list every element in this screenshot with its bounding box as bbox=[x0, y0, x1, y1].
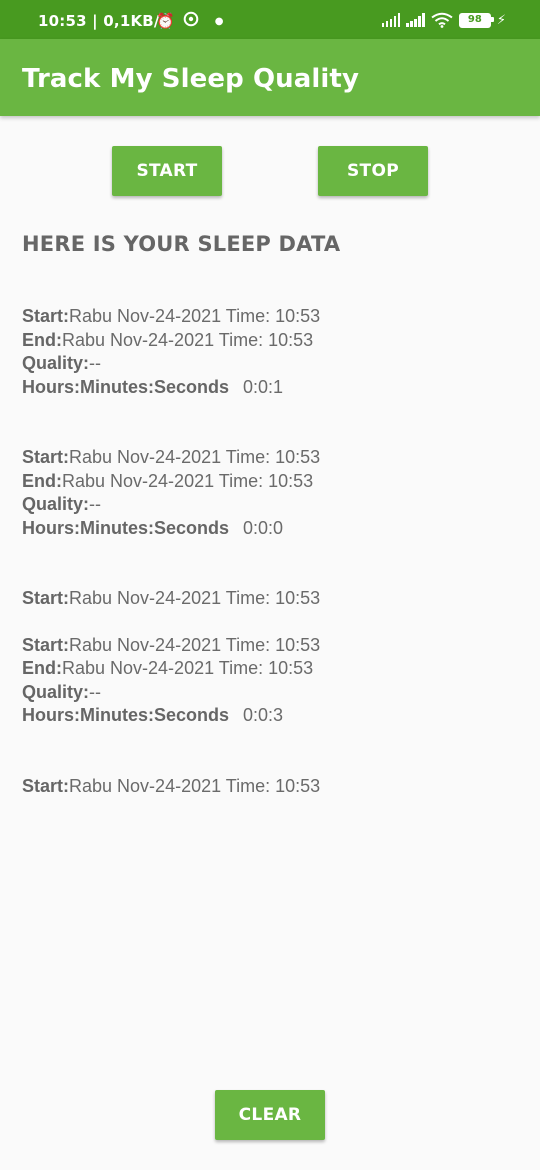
record-hms-value: 0:0:1 bbox=[243, 376, 284, 397]
sleep-record: Start:Rabu Nov-24-2021 Time: 10:53 End:Ra… bbox=[22, 634, 522, 728]
record-end-value: Rabu Nov-24-2021 Time: 10:53 bbox=[62, 658, 314, 678]
record-quality-label: Quality: bbox=[22, 353, 90, 373]
stop-button[interactable]: STOP bbox=[318, 146, 428, 196]
start-button[interactable]: START bbox=[112, 146, 222, 196]
record-quality-label: Quality: bbox=[22, 681, 90, 702]
record-hms-label: Hours:Minutes:Seconds bbox=[22, 517, 230, 538]
status-icons-right: 98 ⚡ bbox=[381, 12, 506, 28]
record-hms-value: 0:0:3 bbox=[243, 705, 284, 725]
signal-icon bbox=[381, 13, 401, 27]
status-bar: 10:53 | 0,1KB/d ⏰ ● 98 ⚡ bbox=[0, 0, 540, 39]
dot-icon: ● bbox=[214, 15, 224, 27]
sleep-records-list: Start:Rabu Nov-24-2021 Time: 10:53 End:Ra… bbox=[22, 305, 522, 798]
record-start-line: Start:Rabu Nov-24-2021 Time: 10:53 bbox=[22, 305, 522, 329]
record-end-value: Rabu Nov-24-2021 Time: 10:53 bbox=[62, 329, 314, 350]
record-start-label: Start: bbox=[22, 447, 70, 467]
sleep-record: Start:Rabu Nov-24-2021 Time: 10:53 End:Ra… bbox=[22, 446, 522, 540]
app-title: Track My Sleep Quality bbox=[22, 64, 360, 94]
app-bar: Track My Sleep Quality bbox=[0, 39, 540, 116]
record-hms-line: Hours:Minutes:Seconds 0:0:0 bbox=[22, 517, 522, 541]
charging-icon: ⚡ bbox=[496, 12, 506, 28]
record-hms-line: Hours:Minutes:Seconds 0:0:1 bbox=[22, 376, 522, 400]
battery-icon: 98 bbox=[458, 12, 494, 28]
record-start-value: Rabu Nov-24-2021 Time: 10:53 bbox=[69, 588, 321, 608]
record-quality-line: Quality:-- bbox=[22, 681, 522, 705]
record-quality-line: Quality:-- bbox=[22, 352, 522, 376]
signal-icon bbox=[406, 13, 425, 27]
sleep-data-heading: HERE IS YOUR SLEEP DATA bbox=[22, 232, 341, 256]
record-start-label: Start: bbox=[22, 634, 70, 655]
status-time: 10:53 | 0,1KB/d bbox=[38, 12, 171, 30]
alarm-icon: ⏰ bbox=[156, 12, 175, 30]
record-quality-label: Quality: bbox=[22, 494, 90, 514]
record-hms-label: Hours:Minutes:Seconds bbox=[22, 376, 230, 397]
record-end-value: Rabu Nov-24-2021 Time: 10:53 bbox=[62, 470, 314, 491]
record-end-label: End: bbox=[22, 329, 62, 350]
record-end-line: End:Rabu Nov-24-2021 Time: 10:53 bbox=[22, 329, 522, 353]
record-start-label: Start: bbox=[22, 306, 70, 326]
record-end-line: End:Rabu Nov-24-2021 Time: 10:53 bbox=[22, 470, 522, 494]
sync-icon bbox=[183, 11, 199, 31]
record-quality-value: -- bbox=[89, 681, 102, 702]
record-hms-label: Hours:Minutes:Seconds bbox=[22, 705, 230, 725]
wifi-icon bbox=[431, 12, 453, 28]
record-start-line: Start:Rabu Nov-24-2021 Time: 10:53 bbox=[22, 587, 522, 611]
record-quality-value: -- bbox=[89, 494, 102, 514]
record-start-value: Rabu Nov-24-2021 Time: 10:53 bbox=[69, 306, 321, 326]
sleep-record: Start:Rabu Nov-24-2021 Time: 10:53 bbox=[22, 775, 522, 799]
record-quality-value: -- bbox=[89, 353, 102, 373]
record-start-line: Start:Rabu Nov-24-2021 Time: 10:53 bbox=[22, 634, 522, 658]
sleep-record: Start:Rabu Nov-24-2021 Time: 10:53 End:Ra… bbox=[22, 305, 522, 399]
record-start-label: Start: bbox=[22, 588, 70, 608]
record-end-label: End: bbox=[22, 470, 62, 491]
record-start-value: Rabu Nov-24-2021 Time: 10:53 bbox=[69, 634, 321, 655]
record-hms-value: 0:0:0 bbox=[243, 517, 284, 538]
record-end-label: End: bbox=[22, 658, 62, 678]
record-start-label: Start: bbox=[22, 775, 70, 796]
record-start-line: Start:Rabu Nov-24-2021 Time: 10:53 bbox=[22, 446, 522, 470]
record-hms-line: Hours:Minutes:Seconds 0:0:3 bbox=[22, 704, 522, 728]
clear-button[interactable]: CLEAR bbox=[215, 1090, 325, 1140]
record-quality-line: Quality:-- bbox=[22, 493, 522, 517]
record-start-value: Rabu Nov-24-2021 Time: 10:53 bbox=[69, 447, 321, 467]
record-end-line: End:Rabu Nov-24-2021 Time: 10:53 bbox=[22, 657, 522, 681]
record-start-value: Rabu Nov-24-2021 Time: 10:53 bbox=[69, 775, 321, 796]
sleep-record: Start:Rabu Nov-24-2021 Time: 10:53 bbox=[22, 587, 522, 611]
record-start-line: Start:Rabu Nov-24-2021 Time: 10:53 bbox=[22, 775, 522, 799]
status-icons-left: ⏰ ● bbox=[156, 11, 223, 31]
